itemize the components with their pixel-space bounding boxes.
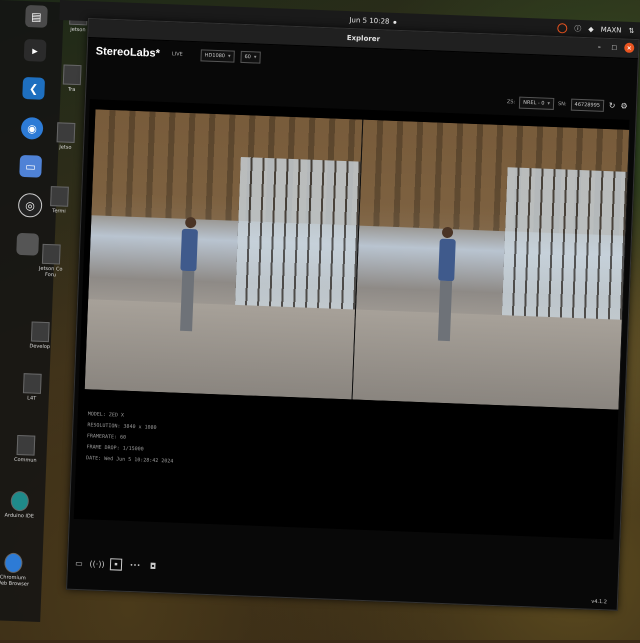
vscode-icon[interactable]: ❮ (22, 76, 46, 100)
record-icon[interactable] (557, 23, 568, 34)
fps-value: 60 (244, 54, 252, 61)
system-tray[interactable]: ⓘ ◆ MAXN ⇅ ◀ ⏻ (557, 23, 640, 37)
snapshot-icon[interactable]: ◘ (148, 561, 158, 571)
terminal-icon[interactable]: ▸ (23, 38, 47, 62)
desktop-icon[interactable]: Jetson Co Foru (33, 243, 68, 279)
desktop-icon-label: Develop (29, 343, 51, 351)
live-label: LIVE (171, 51, 183, 58)
file-icon (41, 243, 61, 265)
desktop-icon-label: L4T (27, 395, 37, 402)
desktop-icon[interactable]: L4T (15, 373, 50, 402)
bottom-toolbar: ▭ ((·)) ▪ ••• ◘ (74, 557, 158, 572)
power-mode-label[interactable]: MAXN (600, 26, 621, 35)
desktop-icon-label: Commun (13, 456, 37, 464)
desktop-icon-label: Chromium Web Browser (0, 574, 30, 588)
desktop-icon-label: Jetso (59, 144, 72, 151)
file-icon (56, 122, 76, 143)
serial-number-field: 46728995 (570, 98, 605, 112)
file-icon (22, 373, 42, 394)
network-icon[interactable]: ⇅ (628, 27, 634, 35)
zs-select[interactable]: NREL - 0 ▾ (518, 96, 555, 110)
camera-info-bar: ZS: NREL - 0 ▾ SN: 46728995 ↻ ⚙ (507, 95, 629, 114)
arduino-icon (10, 490, 30, 512)
chevron-down-icon: ▾ (227, 53, 231, 60)
camera-info-overlay: MODEL: ZED X RESOLUTION: 3840 x 1080 FRA… (86, 409, 175, 467)
desktop-icon[interactable]: Develop (23, 321, 58, 350)
terminal-icon (50, 186, 69, 207)
resolution-select[interactable]: HD1080 ▾ (200, 49, 235, 63)
clock-text: Jun 5 10:28 (349, 16, 390, 26)
brand-logo: StereoLabs* (95, 45, 161, 60)
chevron-down-icon: ▾ (547, 100, 551, 107)
svo-icon[interactable]: ▪ (109, 558, 123, 571)
system-clock[interactable]: Jun 5 10:28 (349, 16, 397, 26)
record-dots-icon[interactable]: ••• (130, 560, 141, 570)
stereo-video-feed (84, 109, 631, 410)
folder-icon[interactable]: ▭ (74, 558, 84, 568)
maximize-icon[interactable]: □ (609, 42, 619, 52)
sn-value: 46728995 (574, 101, 601, 109)
notification-dot (393, 20, 397, 24)
left-camera-view (84, 109, 363, 400)
settings-icon[interactable]: ⚙ (620, 102, 628, 111)
minimize-icon[interactable]: – (594, 41, 604, 51)
version-label: v4.1.2 (591, 598, 608, 606)
sn-label: SN: (557, 101, 567, 108)
desktop-icon[interactable]: Commun (8, 434, 43, 464)
desktop-icon[interactable]: Arduino IDE (2, 490, 37, 520)
desktop-icon[interactable]: Termi (42, 186, 77, 215)
chevron-down-icon: ▾ (253, 54, 257, 61)
file-icon (16, 434, 36, 456)
close-icon[interactable]: × (624, 42, 635, 53)
right-camera-view (352, 119, 631, 410)
chromium-icon (4, 552, 23, 574)
file-icon (62, 64, 82, 86)
files-icon[interactable]: ▤ (24, 4, 48, 28)
zs-value: NREL - 0 (523, 99, 545, 107)
refresh-icon[interactable]: ↻ (608, 101, 616, 110)
desktop-icon-label: Arduino IDE (4, 512, 35, 520)
file-icon (30, 321, 50, 343)
desktop-icon[interactable]: Chromium Web Browser (0, 552, 31, 588)
zs-label: ZS: (506, 99, 516, 106)
fps-select[interactable]: 60 ▾ (240, 50, 261, 64)
desktop-icon-label: Tra (67, 86, 76, 93)
nvidia-icon[interactable]: ◆ (588, 25, 594, 33)
desktop-icon-label: jetson (70, 26, 86, 34)
notes-icon[interactable]: ▭ (19, 154, 43, 178)
desktop-icon-label: Jetson Co Foru (38, 265, 63, 279)
stream-icon[interactable]: ((·)) (89, 559, 104, 569)
explorer-window: Explorer – □ × StereoLabs* LIVE HD1080 ▾… (66, 18, 640, 611)
window-controls: – □ × (594, 41, 635, 53)
desktop-icon[interactable]: Jetso (48, 122, 83, 151)
window-title: Explorer (346, 33, 381, 44)
desktop-icon-label: Termi (52, 208, 66, 215)
info-icon[interactable]: ⓘ (574, 24, 581, 34)
resolution-value: HD1080 (204, 52, 226, 60)
